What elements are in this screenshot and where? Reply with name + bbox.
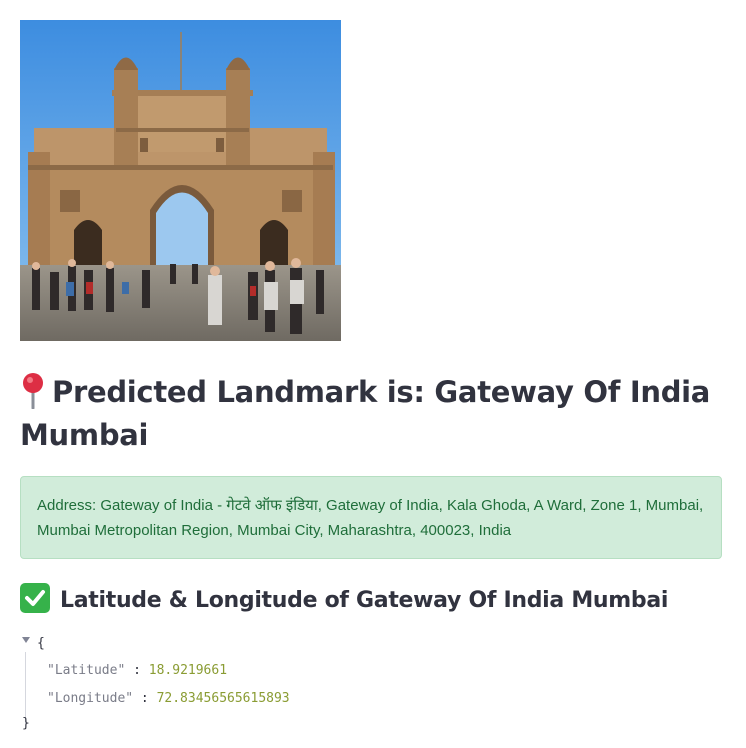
json-row-latitude: "Latitude" : 18.9219661 bbox=[47, 663, 228, 678]
longitude-value: 72.83456565615893 bbox=[156, 691, 290, 706]
json-row-longitude: "Longitude" : 72.83456565615893 bbox=[47, 691, 290, 706]
address-text: Address: Gateway of India - गेटवे ऑफ इंड… bbox=[37, 497, 704, 539]
predicted-landmark-heading: Predicted Landmark is: Gateway Of India … bbox=[20, 371, 720, 457]
latitude-key: "Latitude" bbox=[47, 663, 126, 678]
longitude-key: "Longitude" bbox=[47, 691, 134, 706]
check-mark-button-icon bbox=[20, 583, 50, 613]
json-close-brace: } bbox=[22, 716, 30, 731]
address-success-box: Address: Gateway of India - गेटवे ऑफ इंड… bbox=[20, 476, 722, 559]
landmark-photo bbox=[20, 20, 341, 341]
coordinates-heading: Latitude & Longitude of Gateway Of India… bbox=[20, 583, 730, 619]
round-pushpin-icon bbox=[20, 371, 46, 410]
coordinates-heading-text: Latitude & Longitude of Gateway Of India… bbox=[60, 588, 669, 613]
collapse-toggle-icon[interactable] bbox=[22, 637, 30, 643]
heading-prefix: Predicted Landmark is: bbox=[52, 375, 435, 409]
json-open-brace: { bbox=[37, 636, 45, 651]
latitude-value: 18.9219661 bbox=[148, 663, 228, 678]
